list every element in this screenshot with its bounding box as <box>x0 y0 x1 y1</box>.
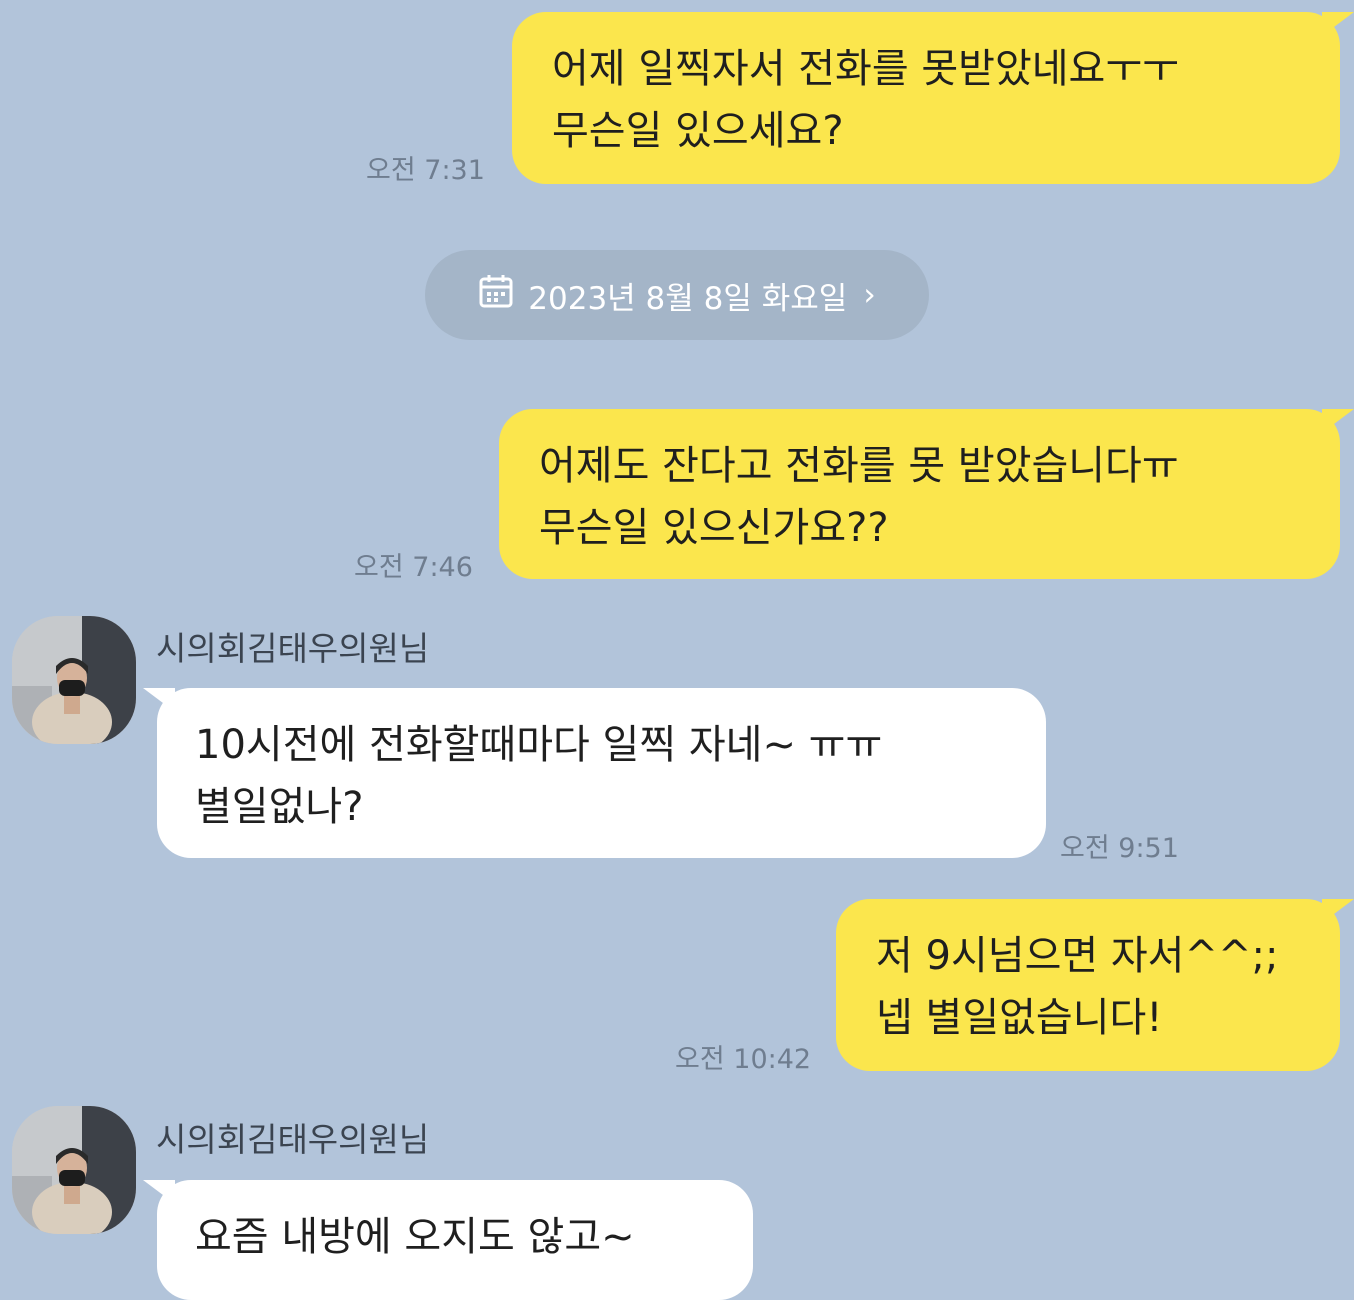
message-bubble-incoming[interactable]: 10시전에 전화할때마다 일찍 자네~ ㅠㅠ 별일없나? <box>143 688 1046 858</box>
sender-avatar[interactable] <box>12 616 136 744</box>
calendar-icon <box>478 273 528 317</box>
message-text-line: 무슨일 있으세요? <box>552 108 844 154</box>
message-text-line: 저 9시넘으면 자서^^;; <box>876 933 1279 979</box>
message-timestamp: 오전 7:31 <box>366 155 485 186</box>
chevron-right-icon: › <box>863 277 876 313</box>
sender-name: 시의회김태우의원님 <box>156 1120 430 1159</box>
message-text-line: 10시전에 전화할때마다 일찍 자네~ ㅠㅠ <box>195 722 883 768</box>
message-timestamp: 오전 10:42 <box>675 1044 812 1075</box>
sender-name: 시의회김태우의원님 <box>156 629 430 668</box>
message-text-line: 무슨일 있으신가요?? <box>539 505 889 551</box>
message-bubble-outgoing[interactable]: 어제도 잔다고 전화를 못 받았습니다ㅠ 무슨일 있으신가요?? <box>499 409 1354 579</box>
message-text-line: 넵 별일없습니다! <box>876 995 1163 1041</box>
message-text-line: 어제도 잔다고 전화를 못 받았습니다ㅠ <box>539 443 1179 489</box>
message-bubble-incoming[interactable]: 요즘 내방에 오지도 않고~ <box>143 1180 753 1300</box>
message-text-line: 어제 일찍자서 전화를 못받았네요ㅜㅜ <box>552 46 1179 92</box>
sender-avatar[interactable] <box>12 1106 136 1234</box>
date-divider[interactable]: 2023년 8월 8일 화요일 › <box>425 250 929 340</box>
message-text-line: 별일없나? <box>195 784 364 830</box>
message-timestamp: 오전 7:46 <box>354 552 473 583</box>
message-bubble-outgoing[interactable]: 어제 일찍자서 전화를 못받았네요ㅜㅜ 무슨일 있으세요? <box>512 12 1354 184</box>
message-timestamp: 오전 9:51 <box>1060 833 1179 864</box>
date-divider-label: 2023년 8월 8일 화요일 <box>528 280 848 317</box>
message-bubble-outgoing[interactable]: 저 9시넘으면 자서^^;; 넵 별일없습니다! <box>836 899 1354 1071</box>
message-text-line: 요즘 내방에 오지도 않고~ <box>195 1214 635 1260</box>
